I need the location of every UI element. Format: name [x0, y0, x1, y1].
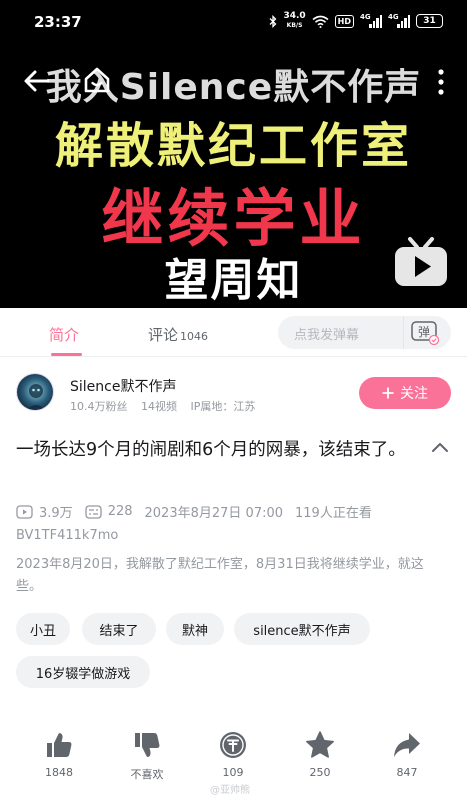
uploader-video-count: 14视频: [141, 400, 177, 413]
video-detail-page: 23:37 34.0 KB/S HD 4G 4G 31 我入Silence默不作…: [0, 0, 467, 800]
avatar[interactable]: [16, 373, 54, 411]
dislike-label: 不喜欢: [130, 768, 164, 781]
like-button[interactable]: 1848: [19, 730, 99, 779]
uploader-ip-location: IP属地：江苏: [190, 400, 256, 413]
video-stats: 3.9万 228 2023年8月27日 07:00 119人正在看: [16, 502, 372, 521]
share-button[interactable]: 847: [367, 730, 447, 779]
status-icons: 34.0 KB/S HD 4G 4G 31: [269, 12, 443, 30]
tag-item[interactable]: 默神: [166, 613, 224, 645]
chevron-up-icon[interactable]: [431, 441, 449, 453]
danmaku-placeholder: 点我发弹幕: [294, 328, 360, 343]
status-bar: 23:37 34.0 KB/S HD 4G 4G 31: [0, 0, 467, 46]
danmaku-toggle-icon[interactable]: 弹: [410, 320, 440, 345]
video-title: 一场长达9个月的闹剧和6个月的网暴，该结束了。: [16, 440, 406, 460]
uploader-meta: 10.4万粉丝 14视频 IP属地：江苏: [70, 398, 265, 414]
video-player[interactable]: 我入Silence默不作声 解散默纪工作室 继续学业 望周知: [0, 46, 467, 308]
view-count: 3.9万: [39, 506, 73, 521]
tab-comments-label: 评论: [148, 326, 179, 344]
favorite-button[interactable]: 250: [280, 730, 360, 779]
uploader-fans: 10.4万粉丝: [70, 400, 128, 413]
cover-text-line-2: 解散默纪工作室: [54, 118, 412, 174]
danmaku-toggle-label: 弹: [418, 325, 430, 339]
follow-button[interactable]: 关注: [359, 377, 451, 409]
danmaku-count-icon: [85, 504, 102, 519]
tab-comments-count: 1046: [180, 330, 209, 343]
more-options-icon[interactable]: [436, 68, 446, 96]
watching-count: 119人正在看: [295, 506, 372, 521]
share-count: 847: [396, 766, 418, 779]
status-time: 23:37: [34, 13, 82, 31]
cover-text-line-1: 我入Silence默不作声: [45, 67, 422, 108]
tab-comments[interactable]: 评论 1046: [148, 324, 208, 345]
wifi-icon: [312, 15, 329, 28]
uploader-name[interactable]: Silence默不作声: [70, 376, 176, 396]
danmaku-input[interactable]: 点我发弹幕 弹: [278, 316, 451, 349]
share-icon: [394, 733, 420, 757]
follow-label: 关注: [400, 386, 428, 402]
plus-icon: [382, 387, 394, 399]
signal-icon-1: 4G: [360, 13, 382, 28]
tab-active-indicator: [51, 353, 82, 356]
star-icon: [306, 731, 334, 758]
coin-icon: [220, 732, 246, 758]
tab-intro[interactable]: 简介: [49, 324, 79, 345]
coin-count: 109: [222, 766, 244, 779]
tag-item[interactable]: 结束了: [82, 613, 156, 645]
back-arrow-icon[interactable]: [22, 66, 52, 96]
hd-badge: HD: [334, 14, 354, 28]
signal-icon-2: 4G: [388, 13, 410, 28]
danmaku-count: 228: [107, 504, 133, 519]
watermark: @亚帅熊: [210, 785, 250, 796]
bilibili-tv-play-icon[interactable]: [393, 236, 449, 288]
battery-icon: 31: [416, 14, 443, 28]
danmaku-divider: [403, 316, 404, 349]
thumbs-up-icon: [47, 733, 72, 757]
dislike-button[interactable]: 不喜欢: [107, 730, 187, 782]
play-count-icon: [16, 504, 33, 519]
thumbs-down-icon: [135, 733, 160, 757]
network-speed: 34.0 KB/S: [283, 11, 306, 30]
like-count: 1848: [45, 766, 73, 779]
coin-button[interactable]: 109: [193, 730, 273, 779]
video-description: 2023年8月20日，我解散了默纪工作室，8月31日我将继续学业，就这些。: [16, 557, 424, 594]
bluetooth-icon: [269, 14, 277, 28]
tag-item[interactable]: 小丑: [16, 613, 70, 645]
bvid: BV1TF411k7mo: [16, 528, 119, 543]
tag-item[interactable]: silence默不作声: [234, 613, 370, 645]
tag-item[interactable]: 16岁辍学做游戏: [16, 656, 150, 688]
home-icon[interactable]: [83, 66, 111, 94]
publish-datetime: 2023年8月27日 07:00: [144, 506, 284, 521]
favorite-count: 250: [309, 766, 331, 779]
